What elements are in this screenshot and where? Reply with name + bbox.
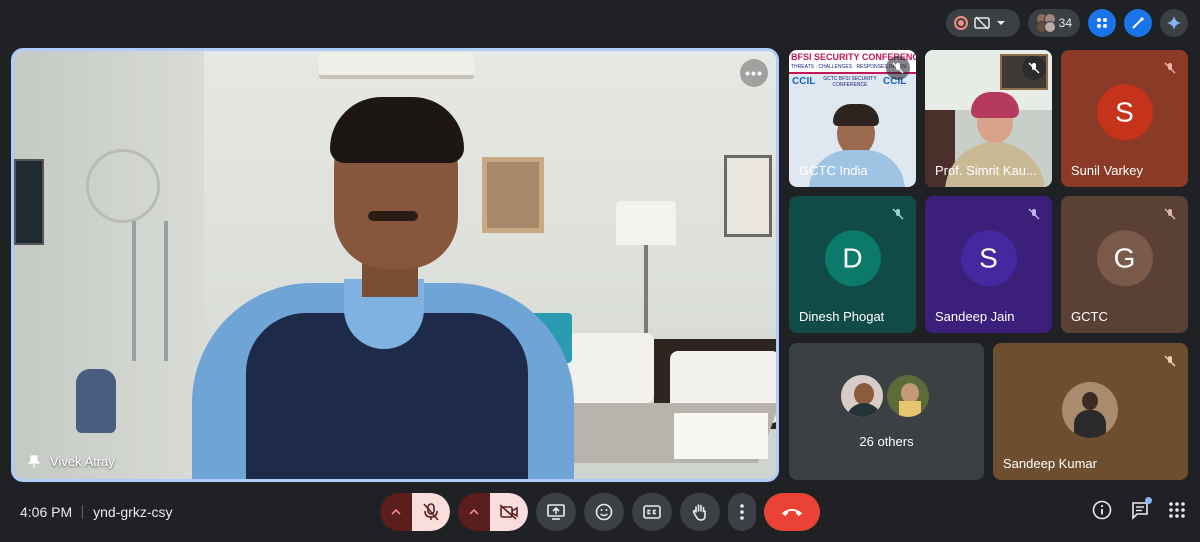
mic-toggle-button[interactable] [412,493,450,531]
wall-painting [724,155,772,237]
apps-icon [1097,18,1107,28]
chevron-up-icon [391,509,401,515]
recording-indicator[interactable] [946,9,1020,37]
participant-name: Sandeep Kumar [1003,456,1097,471]
participant-name: Sunil Varkey [1071,163,1144,178]
participant-name: Prof. Simrit Kau... [935,163,1037,178]
participant-tile-sandeep-jain[interactable]: S Sandeep Jain [925,196,1052,333]
participant-name: Sandeep Jain [935,309,1015,324]
clock-time: 4:06 PM [20,504,73,520]
participant-tile-sunil-varkey[interactable]: S Sunil Varkey [1061,50,1188,187]
grid-icon [1169,502,1185,518]
avatar: S [960,229,1017,286]
wall-painting [482,157,544,233]
avatar: S [1096,83,1153,140]
camera-off-icon [499,504,518,520]
raise-hand-button[interactable] [680,493,720,531]
tv-screen [14,159,44,245]
reactions-button[interactable] [584,493,624,531]
avatar: D [824,229,881,286]
present-button[interactable] [536,493,576,531]
hand-icon [692,504,706,521]
avatar [885,373,931,419]
participant-name: Dinesh Phogat [799,309,885,324]
video-options-button[interactable] [458,493,490,531]
avatar [1062,382,1118,438]
more-options-icon[interactable]: ••• [740,59,768,87]
leave-call-button[interactable] [764,493,820,531]
closed-captions-icon [643,505,661,519]
info-icon [1092,500,1112,520]
meeting-info: 4:06 PM ynd-grkz-csy [20,504,173,520]
avatar: G [1096,229,1153,286]
camera-toggle-button[interactable] [490,493,528,531]
mic-muted-icon [886,56,910,80]
activities-panel-button[interactable] [1168,501,1186,524]
main-speaker-tile[interactable]: ••• Vivek Atray [11,48,779,482]
chevron-up-icon [469,509,479,515]
mic-muted-icon [1022,202,1046,226]
call-controls [380,493,820,531]
magic-wand-icon [1132,17,1144,29]
pin-icon [28,454,40,468]
wall-clock [86,149,160,223]
participant-tile-gctc-india[interactable]: BFSI SECURITY CONFERENCE THREATS · CHALL… [789,50,916,187]
camera-control [458,493,528,531]
others-tile[interactable]: 26 others [789,343,984,480]
present-screen-icon [547,504,565,520]
gemini-button[interactable] [1160,9,1188,37]
side-panel-controls [1092,497,1186,525]
participant-tile-simrit[interactable]: Prof. Simrit Kau... [925,50,1052,187]
mic-muted-icon [886,202,910,226]
conference-badge: GCTC BFSI SECURITY CONFERENCE [823,76,877,88]
ccil-logo: CCIL [792,76,816,87]
more-vert-icon [740,504,744,520]
mic-muted-icon [1158,202,1182,226]
meeting-code: ynd-grkz-csy [93,504,173,520]
participant-tile-gctc[interactable]: G GCTC [1061,196,1188,333]
chat-button[interactable] [1130,497,1152,525]
air-conditioner [319,53,474,79]
sparkle-icon [1167,16,1181,30]
mic-control [380,493,450,531]
emoji-icon [595,503,613,521]
mic-muted-icon [1158,56,1182,80]
mic-muted-icon [1022,56,1046,80]
bottom-bar: 4:06 PM ynd-grkz-csy [0,482,1200,542]
mic-muted-icon [1158,349,1182,373]
participant-count: 34 [1058,16,1072,30]
captions-off-icon [974,16,990,30]
participant-name: GCTC [1071,309,1108,324]
participant-avatars [1036,13,1056,33]
more-options-button[interactable] [728,493,756,531]
meeting-details-button[interactable] [1092,500,1112,525]
audio-options-button[interactable] [380,493,412,531]
others-count-label: 26 others [859,434,914,449]
recording-icon [954,16,968,30]
speaker-label: Vivek Atray [28,454,115,469]
participant-tile-dinesh-phogat[interactable]: D Dinesh Phogat [789,196,916,333]
speaker-name: Vivek Atray [50,454,115,469]
participant-tile-sandeep-kumar[interactable]: Sandeep Kumar [993,343,1188,480]
participants-button[interactable]: 34 [1028,9,1080,37]
avatar [839,373,885,419]
top-controls: 34 [946,9,1188,37]
mic-off-icon [423,503,439,521]
chevron-down-icon [997,21,1005,25]
participant-name: GCTC India [799,163,868,178]
vase [76,369,116,433]
activities-button[interactable] [1088,9,1116,37]
captions-button[interactable] [632,493,672,531]
unread-badge [1145,497,1152,504]
end-call-icon [782,509,802,516]
floor-lamp [616,201,676,245]
effects-button[interactable] [1124,9,1152,37]
